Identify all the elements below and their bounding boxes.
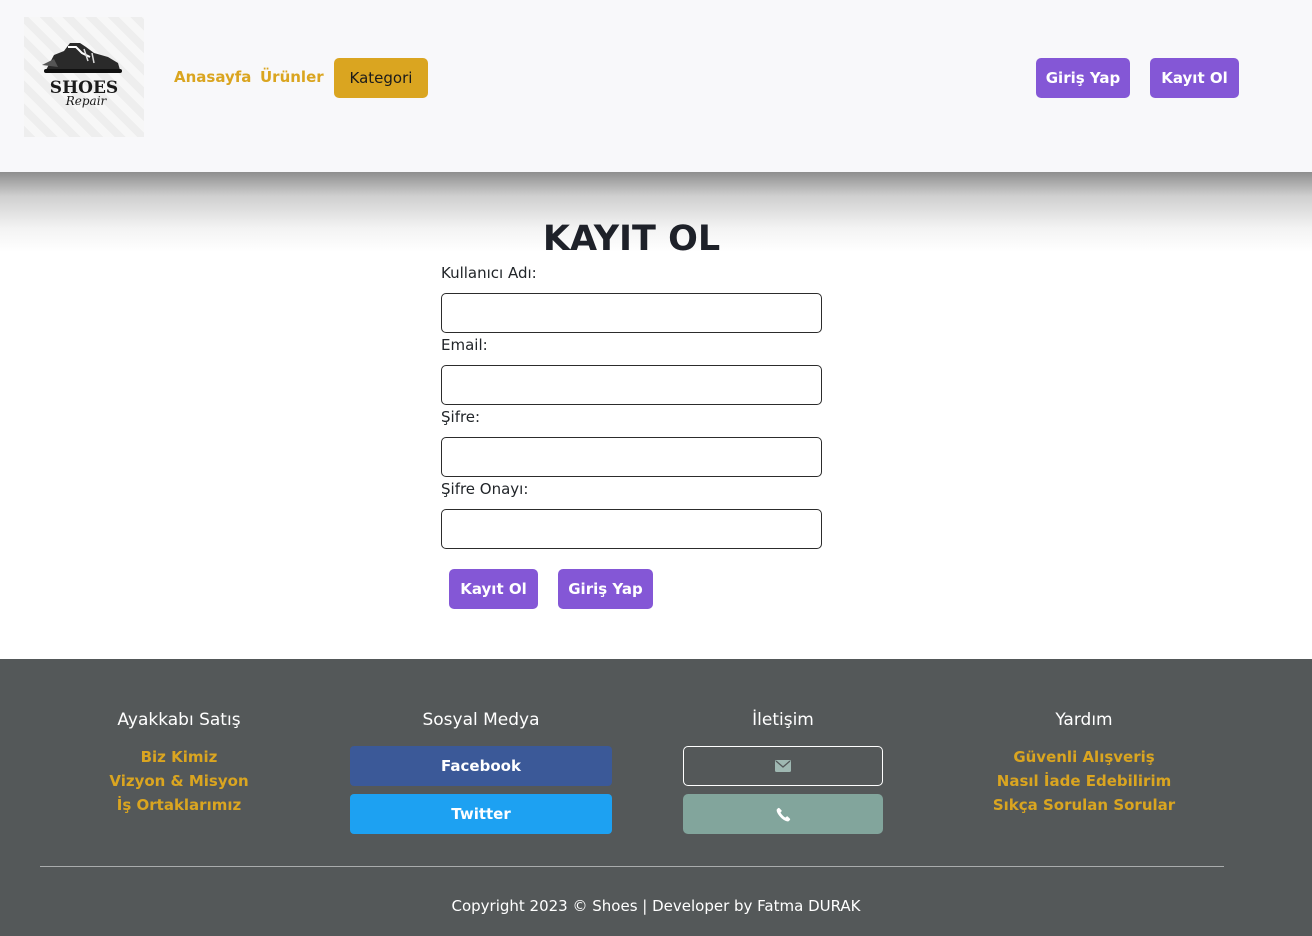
username-input[interactable] [441, 293, 822, 333]
site-header: SHOES Repair Anasayfa Ürünler Kategori G… [0, 0, 1312, 172]
register-submit-button[interactable]: Kayıt Ol [449, 569, 538, 609]
footer-link-vision[interactable]: Vizyon & Misyon [79, 772, 279, 790]
footer-link-faq[interactable]: Sıkça Sorulan Sorular [964, 796, 1204, 814]
password-confirm-label: Şifre Onayı: [441, 480, 529, 498]
nav-products-link[interactable]: Ürünler [260, 68, 324, 86]
nav-category-button[interactable]: Kategori [334, 58, 428, 98]
password-confirm-input[interactable] [441, 509, 822, 549]
phone-icon [776, 807, 790, 821]
twitter-button[interactable]: Twitter [350, 794, 612, 834]
envelope-icon [775, 760, 791, 772]
login-link-button[interactable]: Giriş Yap [558, 569, 653, 609]
email-contact-button[interactable] [683, 746, 883, 786]
footer-divider [40, 866, 1224, 867]
footer-contact-title: İletişim [752, 710, 814, 730]
footer-social-title: Sosyal Medya [422, 710, 540, 730]
footer-link-secure-shopping[interactable]: Güvenli Alışveriş [964, 748, 1204, 766]
footer-help-title: Yardım [1055, 710, 1113, 730]
footer-link-about[interactable]: Biz Kimiz [79, 748, 279, 766]
shoes-repair-logo[interactable]: SHOES Repair [24, 17, 144, 137]
footer-link-partners[interactable]: İş Ortaklarımız [79, 796, 279, 814]
shoe-icon: SHOES Repair [42, 43, 122, 108]
page-title: KAYIT OL [542, 219, 721, 259]
password-input[interactable] [441, 437, 822, 477]
phone-contact-button[interactable] [683, 794, 883, 834]
copyright-text: Copyright 2023 © Shoes | Developer by Fa… [451, 897, 861, 915]
header-register-button[interactable]: Kayıt Ol [1150, 58, 1239, 98]
header-login-button[interactable]: Giriş Yap [1036, 58, 1130, 98]
footer-link-returns[interactable]: Nasıl İade Edebilirim [964, 772, 1204, 790]
footer-sales-title: Ayakkabı Satış [117, 710, 241, 730]
facebook-button[interactable]: Facebook [350, 746, 612, 786]
nav-home-link[interactable]: Anasayfa [174, 68, 251, 86]
email-input[interactable] [441, 365, 822, 405]
svg-text:Repair: Repair [65, 94, 108, 108]
username-label: Kullanıcı Adı: [441, 264, 537, 282]
email-label: Email: [441, 336, 488, 354]
password-label: Şifre: [441, 408, 481, 426]
